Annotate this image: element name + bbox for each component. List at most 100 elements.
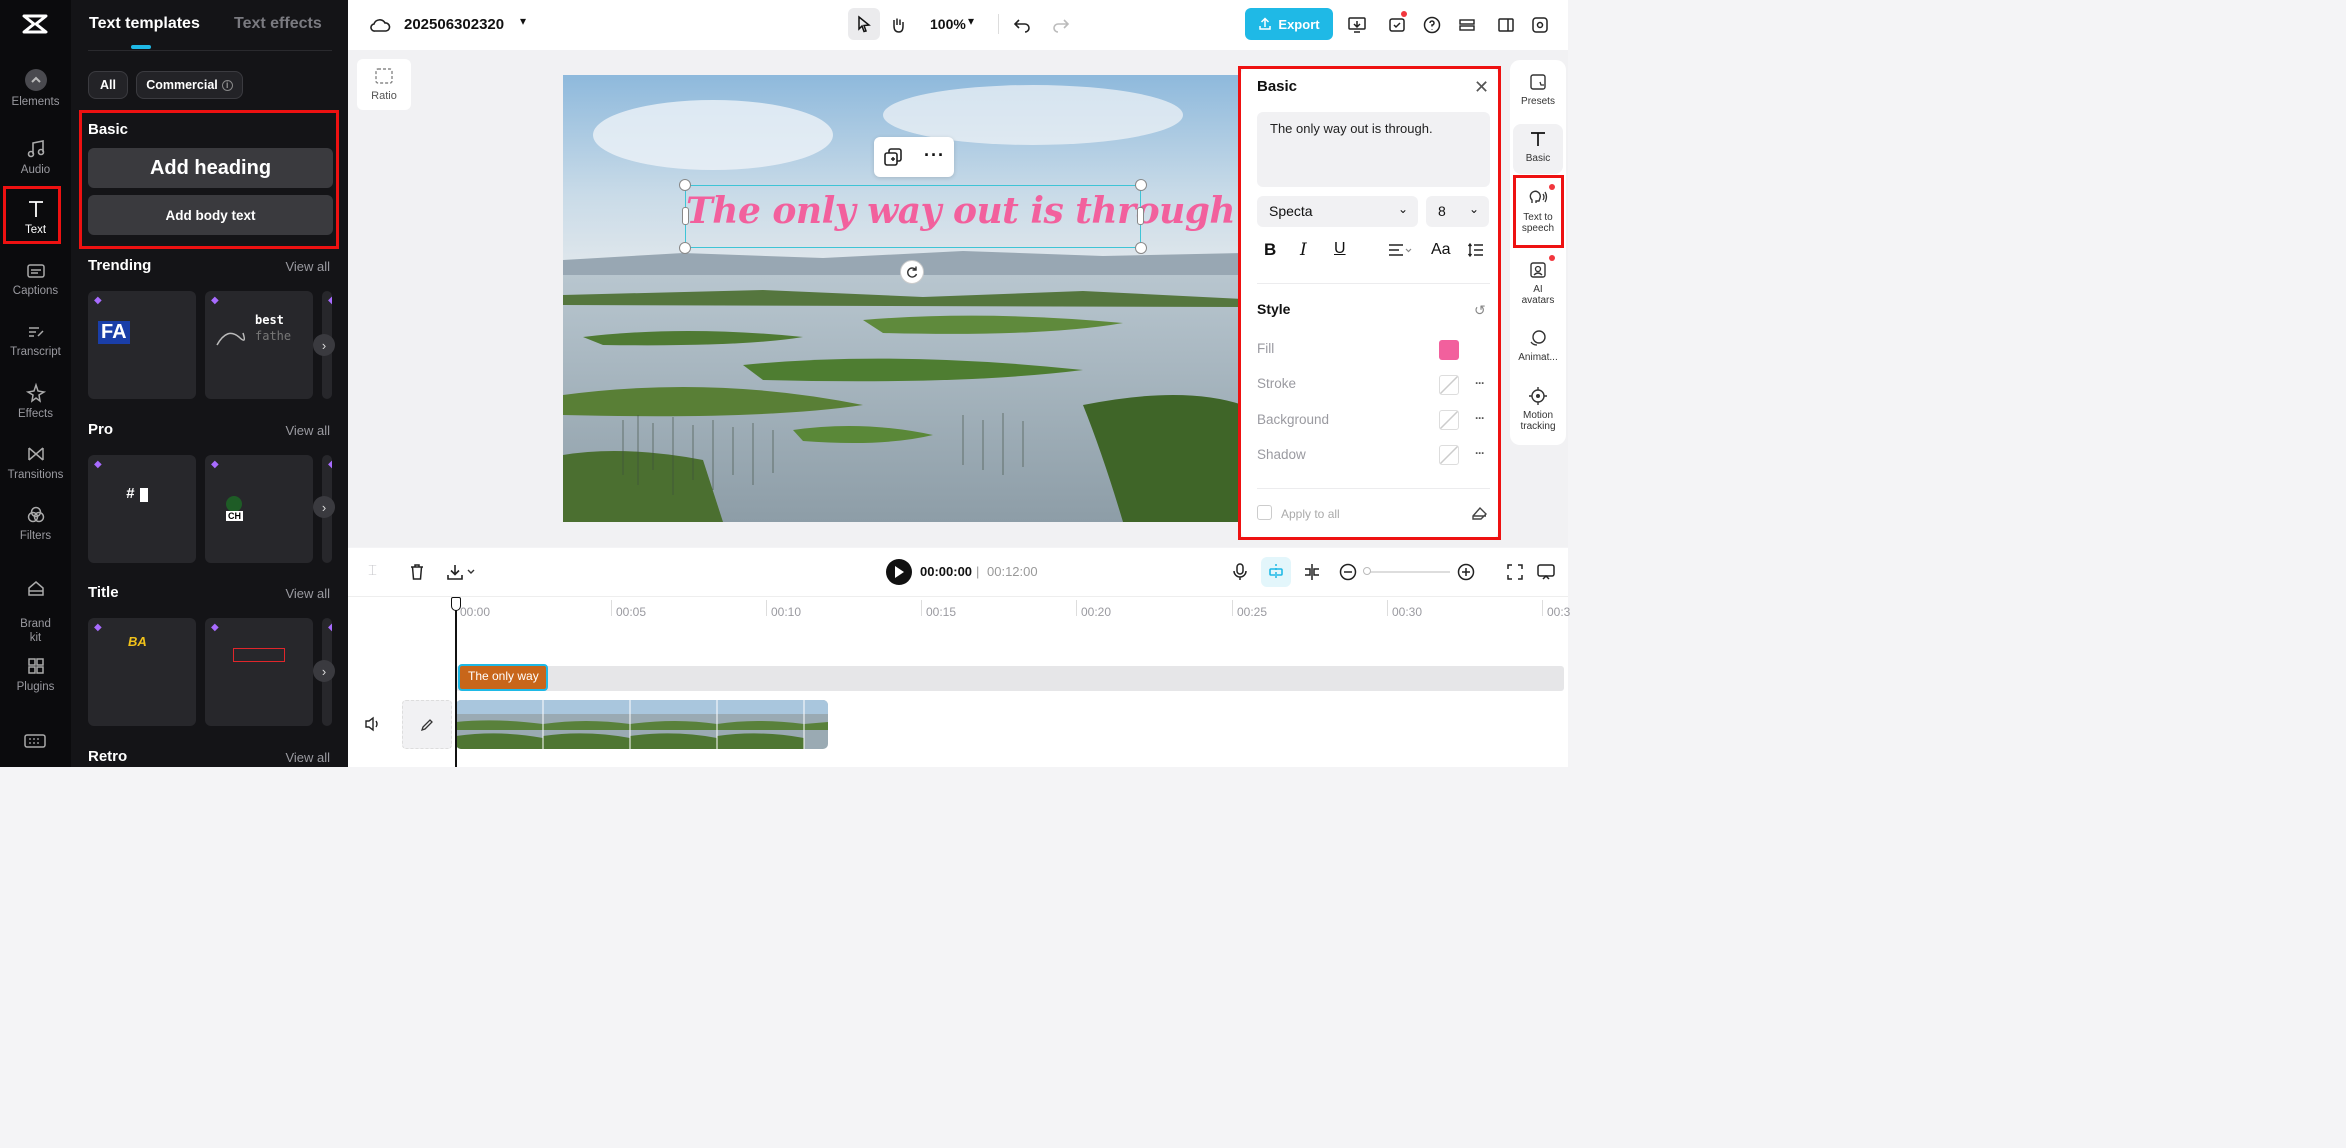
rail-elements[interactable]: Elements: [0, 68, 71, 108]
retro-view-all-link[interactable]: View all: [285, 750, 330, 765]
text-clip[interactable]: The only way: [458, 664, 548, 691]
video-clip[interactable]: [456, 700, 828, 749]
active-tab-indicator: [131, 45, 151, 49]
rail-basic[interactable]: Basic: [1513, 124, 1563, 174]
presets-icon: [1530, 74, 1546, 90]
filter-commercial-chip[interactable]: Commercial i: [136, 71, 243, 99]
play-button[interactable]: [886, 559, 912, 585]
pro-next-button[interactable]: ›: [313, 496, 335, 518]
playhead-handle[interactable]: [451, 597, 461, 611]
feedback-icon[interactable]: [1536, 563, 1556, 586]
rail-plugins-label: Plugins: [16, 681, 55, 693]
rail-animation[interactable]: Animat...: [1510, 328, 1566, 363]
capcut-logo[interactable]: [22, 12, 48, 41]
resize-handle[interactable]: [1135, 242, 1147, 254]
template-card[interactable]: ◆: [205, 618, 313, 726]
retro-section-title: Retro: [88, 748, 128, 765]
undo-button[interactable]: [1009, 12, 1035, 38]
zoom-out-icon[interactable]: [1338, 562, 1358, 587]
rail-presets[interactable]: Presets: [1510, 72, 1566, 107]
ratio-button[interactable]: Ratio: [357, 59, 411, 110]
music-note-icon: [27, 140, 44, 158]
project-name[interactable]: 202506302320: [404, 16, 504, 33]
tab-text-templates[interactable]: Text templates: [89, 15, 200, 33]
template-card[interactable]: ◆ #: [88, 455, 196, 563]
cover-edit-button[interactable]: [402, 700, 452, 749]
shield-notification-icon[interactable]: [1384, 11, 1410, 38]
trending-view-all-link[interactable]: View all: [285, 259, 330, 274]
template-card[interactable]: ◆ best fathe: [205, 291, 313, 399]
target-icon: [1529, 387, 1547, 405]
pro-view-all-link[interactable]: View all: [285, 423, 330, 438]
split-disabled-icon[interactable]: ⌶: [368, 562, 377, 579]
zoom-slider-thumb[interactable]: [1363, 567, 1371, 575]
rail-effects[interactable]: Effects: [0, 382, 71, 420]
add-body-text-button[interactable]: Add body text: [88, 195, 333, 235]
magnet-snap-button[interactable]: [1261, 557, 1291, 587]
delete-icon[interactable]: [408, 563, 426, 586]
rail-audio[interactable]: Audio: [0, 138, 71, 176]
info-icon: i: [221, 79, 233, 91]
zoom-in-icon[interactable]: [1456, 562, 1476, 587]
rail-transcript-label: Transcript: [10, 346, 61, 358]
template-card[interactable]: ◆ BA: [88, 618, 196, 726]
zoom-slider[interactable]: [1366, 571, 1450, 573]
stack-layers-icon[interactable]: [1454, 12, 1480, 38]
tab-text-effects[interactable]: Text effects: [234, 15, 322, 33]
rail-brand-kit[interactable]: Brand kit: [0, 565, 71, 645]
resize-handle[interactable]: [679, 179, 691, 191]
timeline-tick: 00:25: [1237, 605, 1268, 619]
rail-motion-tracking[interactable]: Motion tracking: [1510, 386, 1566, 432]
rail-plugins[interactable]: Plugins: [0, 655, 71, 693]
rail-filters[interactable]: Filters: [0, 504, 71, 542]
text-float-toolbar: ···: [874, 137, 954, 177]
zoom-level[interactable]: 100%: [930, 16, 966, 32]
help-icon[interactable]: [1419, 12, 1445, 38]
export-button[interactable]: Export: [1245, 8, 1333, 40]
premium-gem-icon: ◆: [211, 295, 219, 306]
add-heading-button[interactable]: Add heading: [88, 148, 333, 188]
project-menu-chevron-icon[interactable]: ▾: [520, 14, 526, 28]
hand-tool-button[interactable]: [885, 12, 911, 38]
resize-handle[interactable]: [1135, 179, 1147, 191]
red-frame-preview: [233, 648, 285, 662]
duplicate-icon[interactable]: [883, 147, 903, 172]
select-tool-button[interactable]: [848, 8, 880, 40]
filter-all-chip[interactable]: All: [88, 71, 128, 99]
rail-captions[interactable]: Captions: [0, 261, 71, 297]
cloud-save-icon[interactable]: [367, 12, 393, 38]
rotate-handle[interactable]: [900, 260, 924, 284]
template-card[interactable]: ◆ FA: [88, 291, 196, 399]
screen-download-icon[interactable]: [1344, 12, 1370, 38]
zoom-chevron-icon[interactable]: ▾: [968, 14, 974, 28]
text-selection-box[interactable]: The only way out is through.: [685, 185, 1248, 248]
title-next-button[interactable]: ›: [313, 660, 335, 682]
playhead-line[interactable]: [455, 598, 457, 767]
rail-ai-avatars[interactable]: AI avatars: [1510, 260, 1566, 306]
fullscreen-icon[interactable]: [1506, 563, 1524, 586]
card-preview-text: FA: [98, 321, 130, 344]
rail-presets-label: Presets: [1521, 96, 1555, 107]
template-card[interactable]: ◆ CH: [205, 455, 313, 563]
resize-handle[interactable]: [679, 242, 691, 254]
more-options-icon[interactable]: ···: [924, 145, 945, 166]
split-icon[interactable]: [1302, 562, 1322, 587]
mute-speaker-icon[interactable]: [364, 716, 382, 737]
keyboard-icon[interactable]: [24, 733, 46, 754]
title-view-all-link[interactable]: View all: [285, 586, 330, 601]
basic-section-title: Basic: [88, 121, 129, 138]
rail-transcript[interactable]: Transcript: [0, 322, 71, 358]
rail-transitions[interactable]: Transitions: [0, 443, 71, 481]
trending-next-button[interactable]: ›: [313, 334, 335, 356]
settings-gear-icon[interactable]: [1527, 12, 1553, 38]
microphone-icon[interactable]: [1231, 562, 1249, 587]
current-time: 00:00:00: [920, 564, 973, 579]
card-preview-text: BA: [128, 634, 147, 649]
resize-handle[interactable]: [1137, 207, 1144, 225]
resize-handle[interactable]: [682, 207, 689, 225]
redo-button[interactable]: [1048, 12, 1074, 38]
panel-layout-icon[interactable]: [1493, 12, 1519, 38]
overlay-text[interactable]: The only way out is through.: [686, 190, 1248, 232]
text-t-icon: [1531, 132, 1545, 146]
download-icon[interactable]: [446, 562, 478, 587]
